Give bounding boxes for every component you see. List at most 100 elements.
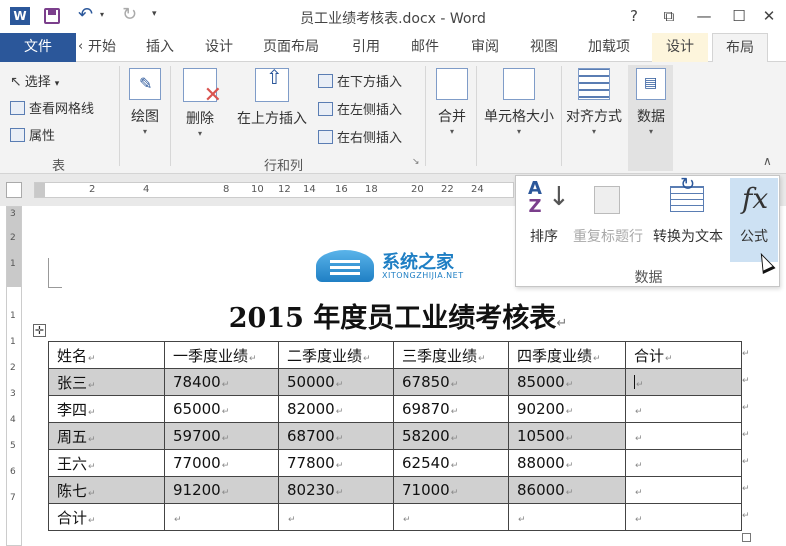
- rows-columns-launcher-icon[interactable]: ↘: [412, 157, 420, 167]
- tab-page-layout[interactable]: 页面布局: [263, 33, 319, 62]
- table-resize-handle[interactable]: [742, 533, 751, 542]
- redo-icon[interactable]: ↻: [122, 4, 137, 25]
- maximize-button[interactable]: ☐: [725, 5, 753, 27]
- tab-addins[interactable]: 加载项: [588, 33, 630, 62]
- cell-mark: ↵: [174, 515, 182, 525]
- table-cell[interactable]: 85000↵: [508, 368, 626, 396]
- collapse-ribbon-icon[interactable]: ∧: [763, 154, 772, 168]
- cell-mark: ↵: [88, 380, 96, 391]
- tab-view[interactable]: 视图: [530, 33, 558, 62]
- table-cell[interactable]: 10500↵: [508, 422, 626, 450]
- horizontal-ruler[interactable]: 2 4 8 10 12 14 16 18 20 22 24: [34, 182, 514, 198]
- table-move-handle-icon[interactable]: ✛: [33, 324, 46, 337]
- table-cell[interactable]: 陈七↵: [48, 476, 165, 504]
- table-cell[interactable]: 50000↵: [278, 368, 394, 396]
- table-cell[interactable]: 王六↵: [48, 449, 165, 477]
- table-cell[interactable]: 62540↵: [393, 449, 509, 477]
- table-cell[interactable]: 李四↵: [48, 395, 165, 423]
- vertical-ruler[interactable]: 3 2 1 1 1 2 3 4 5 6 7: [6, 206, 22, 546]
- insert-left-button[interactable]: 在左侧插入: [318, 99, 402, 118]
- tab-design[interactable]: 设计: [205, 33, 233, 62]
- undo-dropdown-icon[interactable]: ▾: [100, 10, 104, 19]
- tab-review[interactable]: 审阅: [471, 33, 499, 62]
- table-header-cell[interactable]: 四季度业绩↵: [508, 341, 626, 369]
- insert-below-button[interactable]: 在下方插入: [318, 71, 402, 90]
- table-cell[interactable]: 68700↵: [278, 422, 394, 450]
- minimize-button[interactable]: —: [690, 5, 718, 27]
- table-cell[interactable]: 71000↵: [393, 476, 509, 504]
- tab-file[interactable]: 文件: [0, 33, 76, 62]
- properties-button[interactable]: 属性: [10, 125, 55, 144]
- table-cell[interactable]: 59700↵: [164, 422, 279, 450]
- table-cell[interactable]: ↵: [164, 503, 279, 531]
- ruler-tick: 1: [10, 311, 16, 321]
- tab-table-design[interactable]: 设计: [652, 33, 708, 62]
- table-cell[interactable]: 周五↵: [48, 422, 165, 450]
- alignment-button[interactable]: 对齐方式 ▾: [563, 68, 625, 136]
- table-cell[interactable]: 82000↵: [278, 395, 394, 423]
- table-cell[interactable]: 86000↵: [508, 476, 626, 504]
- table-header-cell[interactable]: 二季度业绩↵: [278, 341, 394, 369]
- tab-selector[interactable]: [6, 182, 22, 198]
- table-cell[interactable]: ↵: [625, 395, 742, 423]
- table-cell[interactable]: 91200↵: [164, 476, 279, 504]
- ruler-tick: 6: [10, 467, 16, 477]
- table-cell[interactable]: ↵: [508, 503, 626, 531]
- close-button[interactable]: ✕: [755, 5, 783, 27]
- delete-button[interactable]: ✕ 删除 ▾: [178, 68, 222, 138]
- properties-label: 属性: [29, 129, 56, 144]
- table-cell[interactable]: 80230↵: [278, 476, 394, 504]
- cell-mark: ↵: [635, 461, 643, 471]
- tab-references[interactable]: 引用: [352, 33, 380, 62]
- table-cell[interactable]: ↵: [625, 422, 742, 450]
- insert-above-button[interactable]: ⇧ 在上方插入: [234, 67, 310, 128]
- tab-mailings[interactable]: 邮件: [411, 33, 439, 62]
- help-button[interactable]: ?: [620, 5, 648, 27]
- table-cell[interactable]: 67850↵: [393, 368, 509, 396]
- table-cell[interactable]: ↵: [625, 476, 742, 504]
- tab-table-layout[interactable]: 布局: [712, 33, 768, 63]
- undo-icon[interactable]: ↶: [78, 4, 93, 25]
- cell-mark: ↵: [635, 515, 643, 525]
- table-header-cell[interactable]: 姓名↵: [48, 341, 165, 369]
- ribbon-display-options-button[interactable]: ⧉: [655, 5, 683, 27]
- tab-home[interactable]: 开始: [88, 33, 116, 62]
- table-cell[interactable]: 69870↵: [393, 395, 509, 423]
- table-cell[interactable]: ↵: [278, 503, 394, 531]
- customize-qat-icon[interactable]: ▾: [152, 9, 157, 19]
- view-gridlines-button[interactable]: 查看网格线: [10, 98, 94, 117]
- table-cell[interactable]: ↵: [393, 503, 509, 531]
- save-icon[interactable]: [44, 8, 60, 24]
- data-button[interactable]: ▤ 数据 ▾: [632, 68, 670, 136]
- select-button[interactable]: ↖ 选择 ▾: [10, 71, 59, 90]
- table-cell-total-active[interactable]: ↵: [625, 368, 742, 396]
- table-header-cell[interactable]: 一季度业绩↵: [164, 341, 279, 369]
- table-cell[interactable]: ↵: [625, 503, 742, 531]
- formula-button[interactable]: fx 公式: [730, 178, 778, 262]
- insert-right-button[interactable]: 在右侧插入: [318, 127, 402, 146]
- cell-size-button[interactable]: 单元格大小 ▾: [481, 68, 557, 136]
- table-cell[interactable]: 77800↵: [278, 449, 394, 477]
- table-cell[interactable]: 65000↵: [164, 395, 279, 423]
- table-cell[interactable]: 77000↵: [164, 449, 279, 477]
- ruler-tick: 20: [411, 184, 424, 195]
- repeat-header-rows-button[interactable]: 重复标题行: [570, 178, 646, 246]
- table-cell[interactable]: 张三↵: [48, 368, 165, 396]
- data-icon: ▤: [636, 68, 666, 100]
- table-cell[interactable]: ↵: [625, 449, 742, 477]
- convert-to-text-button[interactable]: ↻ 转换为文本: [650, 174, 726, 246]
- table-cell[interactable]: 90200↵: [508, 395, 626, 423]
- table-cell[interactable]: 88000↵: [508, 449, 626, 477]
- table-cell[interactable]: 合计↵: [48, 503, 165, 531]
- table-header-cell[interactable]: 合计↵: [625, 341, 742, 369]
- sort-button[interactable]: AZ ↓ 排序: [522, 178, 570, 246]
- word-app-icon[interactable]: W: [10, 7, 30, 25]
- table-header-cell[interactable]: 三季度业绩↵: [393, 341, 509, 369]
- tab-scroll-left-icon[interactable]: ‹: [78, 39, 83, 54]
- tab-insert[interactable]: 插入: [146, 33, 174, 62]
- document-heading[interactable]: 2015 年度员工业绩考核表↵: [30, 296, 766, 335]
- table-cell[interactable]: 58200↵: [393, 422, 509, 450]
- draw-table-button[interactable]: ✎ 绘图 ▾: [125, 68, 165, 136]
- table-cell[interactable]: 78400↵: [164, 368, 279, 396]
- merge-button[interactable]: 合并 ▾: [432, 68, 472, 136]
